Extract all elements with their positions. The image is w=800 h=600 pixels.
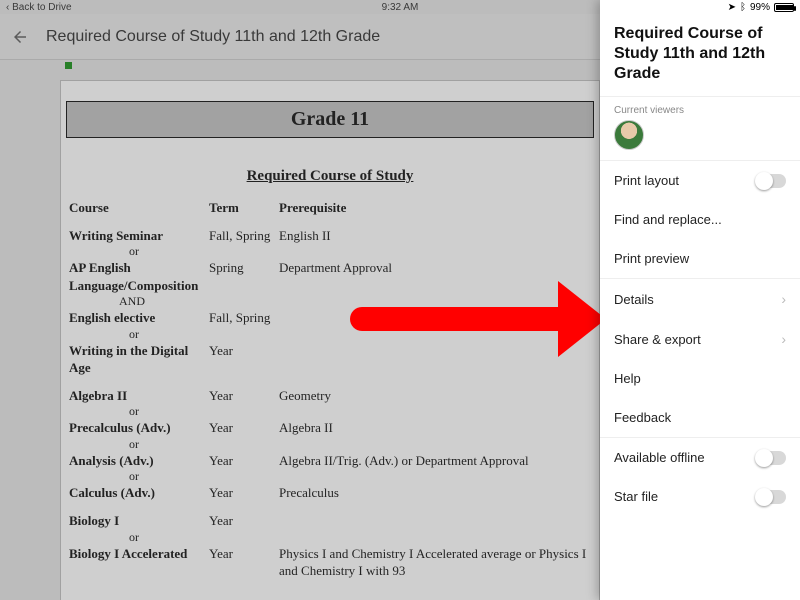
toggle[interactable]: [756, 451, 786, 465]
battery-percent: 99%: [750, 2, 770, 13]
cell-term: Year: [209, 512, 279, 530]
menu-item-label: Print preview: [614, 251, 689, 266]
connector: or: [69, 404, 591, 419]
cell-term: Year: [209, 545, 279, 580]
status-back-to-drive[interactable]: ‹ Back to Drive: [6, 2, 206, 13]
menu-item-label: Available offline: [614, 450, 705, 465]
current-viewers: [600, 120, 800, 160]
table-row: Analysis (Adv.)YearAlgebra II/Trig. (Adv…: [69, 452, 591, 470]
cell-course: Precalculus (Adv.): [69, 419, 209, 437]
location-icon: ➤: [728, 2, 736, 13]
menu-item-share-export[interactable]: Share & export ›: [600, 319, 800, 359]
document-page: Grade 11 Required Course of Study Course…: [60, 80, 600, 600]
table-row: Precalculus (Adv.)YearAlgebra II: [69, 419, 591, 437]
screen: ‹ Back to Drive 9:32 AM Required Course …: [0, 0, 800, 600]
cell-term: Year: [209, 342, 279, 377]
menu-item-print-layout[interactable]: Print layout: [600, 160, 800, 200]
connector: or: [69, 244, 591, 259]
connector: or: [69, 469, 591, 484]
panel-menu: Print layout Find and replace... Print pre…: [600, 160, 800, 516]
cell-prereq: [279, 342, 591, 377]
cell-prereq: [279, 512, 591, 530]
col-term: Term: [209, 199, 279, 217]
cell-prereq: Algebra II/Trig. (Adv.) or Department Ap…: [279, 452, 591, 470]
menu-item-details[interactable]: Details ›: [600, 278, 800, 319]
menu-item-label: Share & export: [614, 332, 701, 347]
side-panel: ➤ ᛒ 99% Required Course of Study 11th an…: [600, 0, 800, 600]
menu-item-find-and-replace[interactable]: Find and replace...: [600, 200, 800, 239]
chevron-right-icon: ›: [781, 291, 786, 307]
cell-prereq: Physics I and Chemistry I Accelerated av…: [279, 545, 591, 580]
viewers-label: Current viewers: [600, 96, 800, 120]
cell-prereq: Geometry: [279, 387, 591, 405]
doc-subheading: Required Course of Study: [69, 168, 591, 185]
menu-item-label: Print layout: [614, 173, 679, 188]
cell-course: English elective: [69, 309, 209, 327]
cell-course: Writing Seminar: [69, 227, 209, 245]
table-row: Writing SeminarFall, SpringEnglish II: [69, 227, 591, 245]
table-header: Course Term Prerequisite: [69, 199, 591, 217]
cell-term: Year: [209, 484, 279, 502]
menu-item-help[interactable]: Help: [600, 359, 800, 398]
cell-prereq: Department Approval: [279, 259, 591, 294]
menu-item-label: Feedback: [614, 410, 671, 425]
menu-item-available-offline[interactable]: Available offline: [600, 437, 800, 477]
cell-course: Analysis (Adv.): [69, 452, 209, 470]
cell-course: Algebra II: [69, 387, 209, 405]
cell-course: AP English Language/Composition: [69, 259, 209, 294]
cell-course: Biology I Accelerated: [69, 545, 209, 580]
cell-prereq: [279, 309, 591, 327]
col-course: Course: [69, 199, 209, 217]
table-row: Biology IYear: [69, 512, 591, 530]
cell-prereq: Algebra II: [279, 419, 591, 437]
chevron-right-icon: ›: [781, 331, 786, 347]
cell-term: Fall, Spring: [209, 227, 279, 245]
menu-item-feedback[interactable]: Feedback: [600, 398, 800, 437]
cell-term: Spring: [209, 259, 279, 294]
cell-course: Calculus (Adv.): [69, 484, 209, 502]
cell-term: Year: [209, 387, 279, 405]
cursor-marker: [65, 62, 72, 69]
panel-title: Required Course of Study 11th and 12th G…: [600, 14, 800, 96]
menu-item-star-file[interactable]: Star file: [600, 477, 800, 516]
bluetooth-icon: ᛒ: [740, 2, 746, 13]
back-arrow-icon[interactable]: [10, 27, 30, 47]
connector: AND: [69, 294, 591, 309]
connector: or: [69, 530, 591, 545]
app-title: Required Course of Study 11th and 12th G…: [46, 28, 380, 46]
menu-item-label: Help: [614, 371, 641, 386]
table-row: Writing in the Digital AgeYear: [69, 342, 591, 377]
toggle[interactable]: [756, 490, 786, 504]
table-row: Algebra IIYearGeometry: [69, 387, 591, 405]
grade-banner: Grade 11: [66, 101, 594, 138]
connector: or: [69, 327, 591, 342]
menu-item-label: Find and replace...: [614, 212, 722, 227]
cell-term: Year: [209, 419, 279, 437]
toggle[interactable]: [756, 174, 786, 188]
status-back-label: Back to Drive: [12, 2, 71, 13]
status-time: 9:32 AM: [206, 2, 594, 13]
table-row: English electiveFall, Spring: [69, 309, 591, 327]
avatar[interactable]: [614, 120, 644, 150]
battery-icon: [774, 3, 794, 12]
cell-course: Biology I: [69, 512, 209, 530]
cell-course: Writing in the Digital Age: [69, 342, 209, 377]
connector: or: [69, 437, 591, 452]
cell-prereq: Precalculus: [279, 484, 591, 502]
cell-term: Year: [209, 452, 279, 470]
menu-item-label: Details: [614, 292, 654, 307]
table-row: Biology I AcceleratedYearPhysics I and C…: [69, 545, 591, 580]
col-prereq: Prerequisite: [279, 199, 591, 217]
menu-item-print-preview[interactable]: Print preview: [600, 239, 800, 278]
panel-status-bar: ➤ ᛒ 99%: [600, 0, 800, 14]
menu-item-label: Star file: [614, 489, 658, 504]
cell-term: Fall, Spring: [209, 309, 279, 327]
cell-prereq: English II: [279, 227, 591, 245]
table-row: AP English Language/CompositionSpringDep…: [69, 259, 591, 294]
table-row: Calculus (Adv.)YearPrecalculus: [69, 484, 591, 502]
